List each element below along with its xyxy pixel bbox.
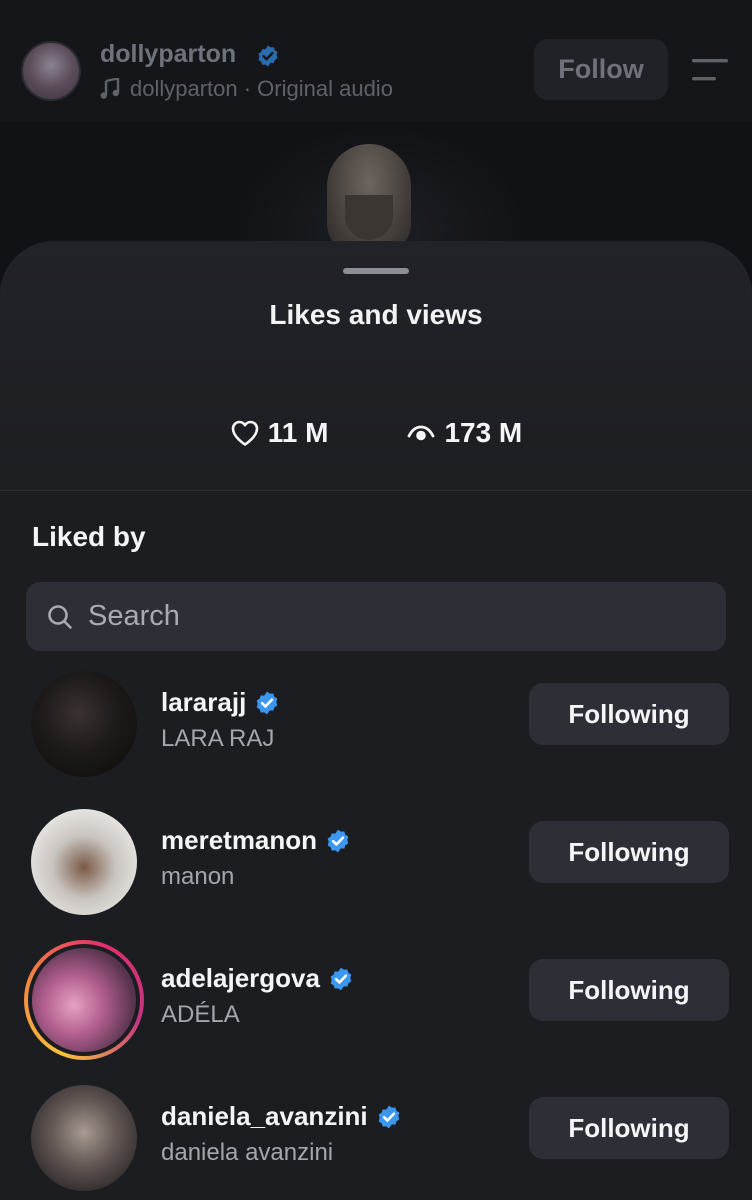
verified-badge-icon [330,967,352,990]
verified-badge-icon [327,829,349,852]
avatar-story-ring[interactable] [24,940,144,1060]
list-item-username[interactable]: lararajj [161,687,280,718]
avatar [28,944,140,1056]
reel-audio-label: dollyparton · Original audio [130,76,393,101]
username-text: adelajergova [161,963,320,993]
avatar[interactable] [31,809,137,915]
list-item-full-name: LARA RAJ [161,725,275,752]
sheet-grabber-handle[interactable] [343,268,409,274]
search-icon [48,604,72,629]
list-item[interactable]: daniela_avanzini daniela avanzini Follow… [0,1081,752,1200]
avatar[interactable] [31,671,137,777]
list-item-username[interactable]: adelajergova [161,963,354,994]
username-text: lararajj [161,687,247,717]
avatar[interactable] [31,1085,137,1191]
following-button[interactable]: Following [529,1097,729,1159]
username-text: daniela_avanzini [161,1101,368,1131]
sheet-header: Likes and views 11 M 173 M [0,241,752,491]
liked-by-heading: Liked by [32,521,146,552]
search-input[interactable] [88,600,668,633]
menu-icon[interactable] [690,58,730,82]
following-button[interactable]: Following [529,683,729,745]
reel-author-username[interactable]: dollyparton [100,40,236,69]
username-text: meretmanon [161,825,318,855]
verified-badge-icon [257,691,278,714]
verified-badge-icon [378,1105,399,1128]
search-bar[interactable] [26,582,726,651]
verified-badge-icon [258,45,278,67]
liked-by-list: lararajj LARA RAJ Following meretmanon m… [0,667,752,1200]
views-count: 173 M [444,417,523,448]
likes-count: 11 M [267,417,329,448]
following-button[interactable]: Following [529,959,729,1021]
views-stat: 173 M [406,417,522,449]
list-item-username[interactable]: meretmanon [161,825,351,856]
reel-audio-info[interactable]: dollyparton · Original audio [100,76,393,102]
list-item-full-name: daniela avanzini [161,1139,334,1166]
list-item-username[interactable]: daniela_avanzini [161,1101,402,1132]
list-item[interactable]: meretmanon manon Following [0,805,752,943]
list-item[interactable]: adelajergova ADÉLA Following [0,940,752,1081]
list-item[interactable]: lararajj LARA RAJ Following [0,667,752,805]
list-item-full-name: ADÉLA [161,1001,240,1028]
sheet-title: Likes and views [269,299,483,330]
likes-stat: 11 M [230,417,329,449]
stats-row: 11 M 173 M [0,417,752,449]
music-note-icon [100,78,120,99]
eye-icon [406,418,436,448]
reel-author-avatar[interactable] [21,41,81,101]
reel-follow-button[interactable]: Follow [534,39,668,100]
list-item-full-name: manon [161,863,235,890]
heart-icon [230,418,260,448]
following-button[interactable]: Following [529,821,729,883]
likes-and-views-sheet: Likes and views 11 M 173 M Liked by Sear… [0,241,752,1200]
